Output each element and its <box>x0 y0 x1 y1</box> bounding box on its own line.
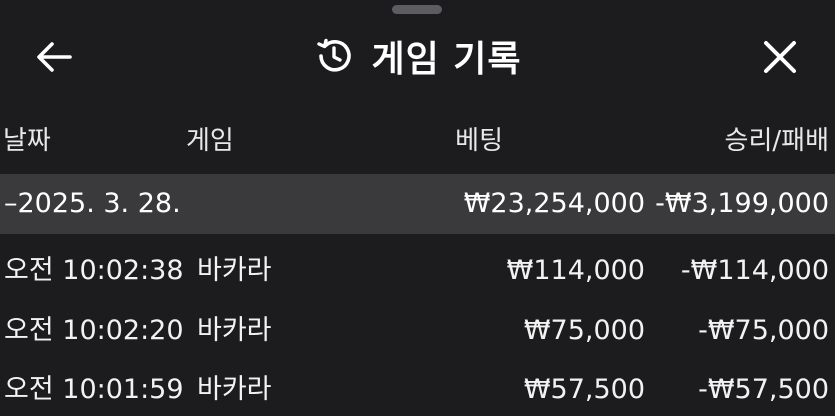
row-bet: ₩75,000 <box>523 315 645 346</box>
close-icon <box>764 41 796 73</box>
history-icon <box>313 35 355 77</box>
row-result: -₩75,000 <box>698 315 829 346</box>
row-time: 오전 10:01:59 <box>4 374 184 405</box>
row-bet: ₩114,000 <box>506 255 645 286</box>
table-row[interactable]: 오전 10:02:38 바카라 ₩114,000 -₩114,000 <box>0 242 835 300</box>
date-group-label: –2025. 3. 28. <box>4 188 181 219</box>
date-group-result-total: -₩3,199,000 <box>655 188 829 219</box>
title-wrap: 게임 기록 <box>0 20 835 92</box>
row-result: -₩114,000 <box>680 255 829 286</box>
header: 게임 기록 <box>0 20 835 92</box>
date-group-bet-total: ₩23,254,000 <box>463 188 645 219</box>
date-group-row[interactable]: –2025. 3. 28. ₩23,254,000 -₩3,199,000 <box>0 174 835 234</box>
row-game: 바카라 <box>197 315 272 346</box>
column-header-date: 날짜 <box>3 126 51 156</box>
sheet-grabber[interactable] <box>392 5 442 14</box>
row-time: 오전 10:02:38 <box>4 255 184 286</box>
row-result: -₩57,500 <box>698 374 829 405</box>
row-time: 오전 10:02:20 <box>4 315 184 346</box>
column-header-result: 승리/패배 <box>724 126 829 156</box>
column-header-game: 게임 <box>186 126 234 156</box>
table-row[interactable]: 오전 10:01:59 바카라 ₩57,500 -₩57,500 <box>0 361 835 416</box>
page-title: 게임 기록 <box>371 39 522 80</box>
table-row[interactable]: 오전 10:02:20 바카라 ₩75,000 -₩75,000 <box>0 302 835 360</box>
row-game: 바카라 <box>197 255 272 286</box>
row-game: 바카라 <box>197 374 272 405</box>
game-history-sheet: 게임 기록 날짜 게임 베팅 승리/패배 –2025. 3. 28. ₩23,2… <box>0 0 835 416</box>
row-bet: ₩57,500 <box>523 374 645 405</box>
close-button[interactable] <box>760 37 800 77</box>
column-header-bet: 베팅 <box>455 126 503 156</box>
